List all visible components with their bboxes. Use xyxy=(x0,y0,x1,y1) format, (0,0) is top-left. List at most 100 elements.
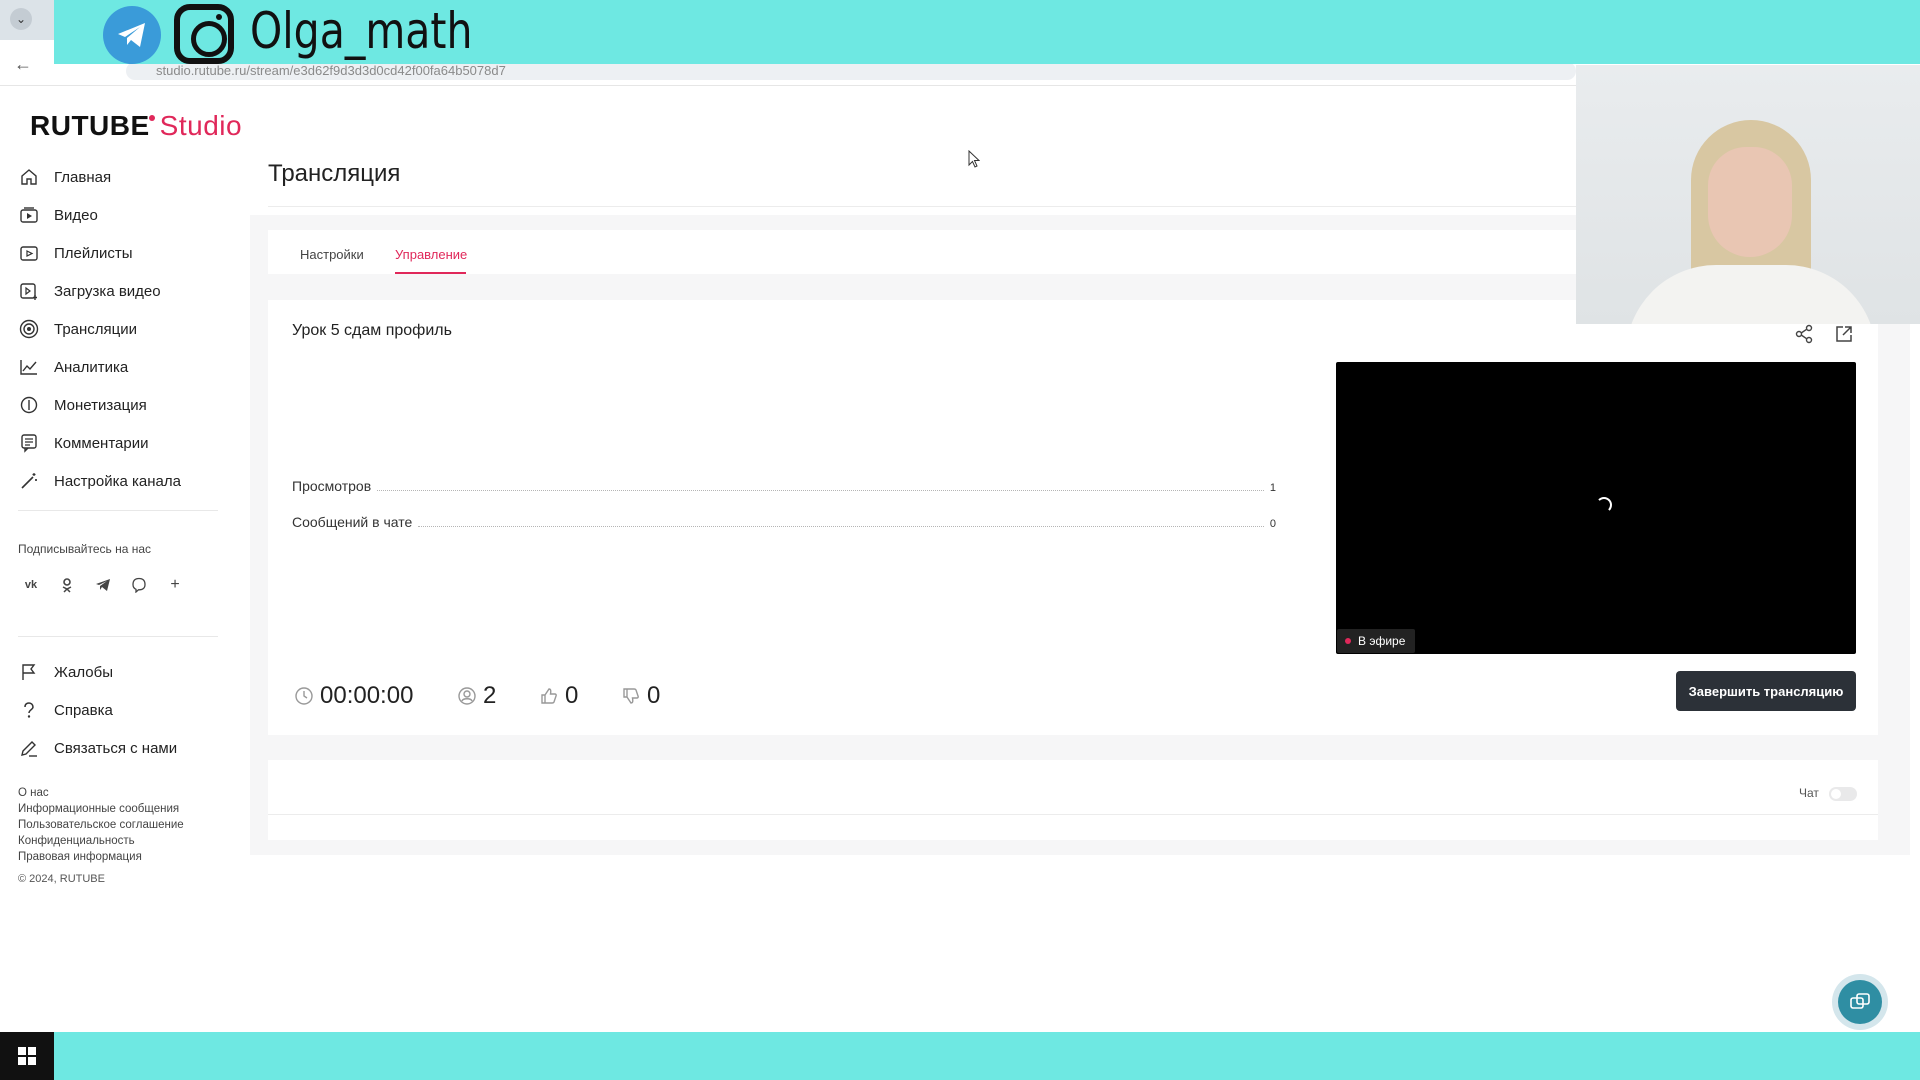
rutube-studio-logo[interactable]: RUTUBE Studio xyxy=(30,110,242,142)
clock-icon xyxy=(295,687,313,705)
thumbs-up-icon xyxy=(541,688,557,704)
stat-value: 0 xyxy=(1269,518,1276,530)
sidebar-item-analytics[interactable]: Аналитика xyxy=(18,348,181,386)
sidebar-item-contact[interactable]: Связаться с нами xyxy=(18,729,177,767)
viewer-icon xyxy=(458,687,476,705)
wand-icon xyxy=(21,473,37,489)
copyright: © 2024, RUTUBE xyxy=(18,873,105,885)
pencil-icon xyxy=(21,741,37,757)
live-badge: В эфире xyxy=(1337,629,1416,653)
dislikes-value: 0 xyxy=(647,682,661,709)
subscribe-label: Подписывайтесь на нас xyxy=(18,542,152,556)
viewers-value: 2 xyxy=(483,682,497,709)
windows-start-button[interactable] xyxy=(0,1032,54,1080)
sidebar-item-label: Жалобы xyxy=(54,663,113,681)
sidebar-item-monetization[interactable]: Монетизация xyxy=(18,386,181,424)
sidebar-item-label: Комментарии xyxy=(54,434,149,452)
stat-value: 1 xyxy=(1269,482,1276,494)
likes-value: 0 xyxy=(565,682,579,709)
active-tab-indicator xyxy=(395,272,466,274)
metric-likes: 0 xyxy=(539,682,578,710)
comments-icon xyxy=(21,434,37,453)
video-icon xyxy=(20,207,38,223)
stat-label: Просмотров xyxy=(292,478,372,494)
sidebar-item-label: Справка xyxy=(54,701,113,719)
stream-title: Урок 5 сдам профиль xyxy=(292,322,452,339)
support-icon-container xyxy=(1838,980,1882,1024)
webcam-person-body xyxy=(1626,265,1876,324)
sidebar-divider xyxy=(18,636,218,637)
plus-icon[interactable]: + xyxy=(164,574,186,596)
sidebar-item-upload[interactable]: Загрузка видео xyxy=(18,272,181,310)
stat-label: Сообщений в чате xyxy=(292,514,413,530)
share-icon[interactable] xyxy=(1794,324,1814,344)
sidebar-item-label: Видео xyxy=(54,206,98,224)
webcam-person-face xyxy=(1708,147,1792,257)
sidebar-item-channel-settings[interactable]: Настройка канала xyxy=(18,462,181,500)
upload-icon xyxy=(20,283,37,300)
address-bar[interactable]: studio.rutube.ru/stream/e3d62f9d3d3d0cd4… xyxy=(126,62,1576,80)
loading-spinner-icon xyxy=(1596,497,1612,513)
help-icon xyxy=(24,702,34,718)
mouse-cursor-icon xyxy=(968,150,980,168)
logo-product: Studio xyxy=(159,110,243,141)
telegram-logo-icon xyxy=(103,6,161,64)
end-stream-button[interactable]: Завершить трансляцию xyxy=(1676,671,1856,711)
footer-link-info[interactable]: Информационные сообщения xyxy=(18,801,184,817)
ok-icon[interactable] xyxy=(56,574,78,596)
sidebar-item-complaints[interactable]: Жалобы xyxy=(18,653,177,691)
home-icon xyxy=(21,169,37,185)
sidebar-item-video[interactable]: Видео xyxy=(18,196,181,234)
back-arrow-icon[interactable]: ← xyxy=(14,54,32,75)
footer-link-terms[interactable]: Пользовательское соглашение xyxy=(18,817,184,833)
chat-toggle[interactable] xyxy=(1829,787,1857,801)
chevron-down-icon[interactable]: ⌄ xyxy=(10,8,32,30)
logo-brand: RUTUBE xyxy=(30,110,150,141)
metric-duration: 00:00:00 xyxy=(294,682,413,710)
broadcast-icon xyxy=(19,319,39,339)
footer-link-about[interactable]: О нас xyxy=(18,785,184,801)
metric-dislikes: 0 xyxy=(621,682,660,710)
stat-chat-messages: Сообщений в чате 0 xyxy=(292,514,1276,530)
footer-link-privacy[interactable]: Конфиденциальность xyxy=(18,833,184,849)
flag-icon xyxy=(22,664,36,680)
footer-links: О нас Информационные сообщения Пользоват… xyxy=(18,785,184,865)
live-badge-label: В эфире xyxy=(1358,634,1406,648)
thumbs-down-icon xyxy=(623,688,639,704)
sidebar-item-label: Настройка канала xyxy=(54,472,181,490)
sidebar-item-broadcasts[interactable]: Трансляции xyxy=(18,310,181,348)
playlist-icon xyxy=(20,246,38,261)
sidebar-item-label: Монетизация xyxy=(54,396,147,414)
metric-viewers: 2 xyxy=(457,682,496,710)
webcam-overlay xyxy=(1576,65,1920,324)
chat-panel xyxy=(268,760,1878,840)
telegram-icon[interactable] xyxy=(92,574,114,596)
tab-management[interactable]: Управление xyxy=(395,247,467,262)
sidebar-item-label: Трансляции xyxy=(54,320,138,338)
sidebar-nav: Главная Видео Плейлисты Загрузка видео Т… xyxy=(18,158,181,500)
chat-toggle-label: Чат xyxy=(1799,786,1819,800)
tab-settings[interactable]: Настройки xyxy=(300,247,364,262)
support-chat-button[interactable] xyxy=(1832,974,1888,1030)
support-chat-icon xyxy=(1850,993,1870,1009)
sidebar-item-comments[interactable]: Комментарии xyxy=(18,424,181,462)
sidebar-item-home[interactable]: Главная xyxy=(18,158,181,196)
instagram-logo-icon xyxy=(174,4,234,64)
chat-divider xyxy=(268,814,1878,815)
external-link-icon[interactable] xyxy=(1834,324,1854,344)
vk-icon[interactable]: vk xyxy=(20,574,42,596)
page-title: Трансляция xyxy=(268,160,401,187)
viber-icon[interactable] xyxy=(128,574,150,596)
stat-leader xyxy=(418,517,1264,527)
sidebar-item-label: Аналитика xyxy=(54,358,129,376)
window-corner: ⌄ xyxy=(0,0,54,40)
sidebar-item-label: Связаться с нами xyxy=(54,739,178,757)
sidebar-item-playlists[interactable]: Плейлисты xyxy=(18,234,181,272)
logo-dot xyxy=(148,115,155,121)
sidebar-secondary-nav: Жалобы Справка Связаться с нами xyxy=(18,653,177,767)
footer-link-legal[interactable]: Правовая информация xyxy=(18,849,184,865)
banner-handle: Olga_math xyxy=(250,2,473,60)
windows-logo-icon xyxy=(18,1047,36,1065)
live-dot-icon xyxy=(1345,638,1351,644)
sidebar-item-help[interactable]: Справка xyxy=(18,691,177,729)
